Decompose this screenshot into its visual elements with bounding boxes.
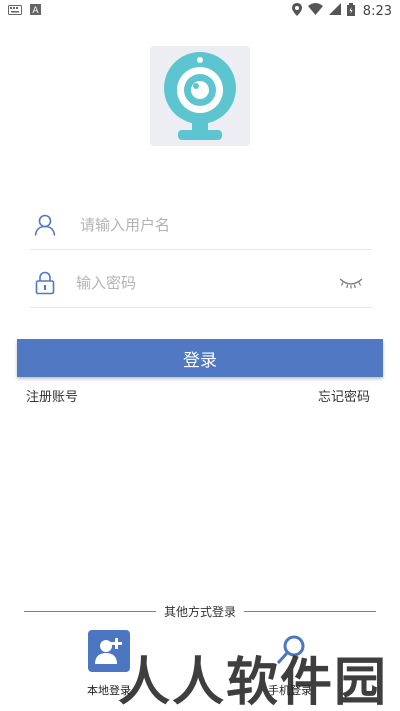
username-field [30,200,372,250]
other-methods-title: 其他方式登录 [164,604,237,619]
status-bar: A 8:23 [0,0,400,22]
login-button[interactable]: 登录 [17,339,383,377]
lock-icon [30,271,60,295]
status-time: 8:23 [362,3,392,19]
app-logo [150,46,250,146]
signal-icon [328,3,341,19]
a-app-icon: A [30,3,41,19]
eye-closed-icon[interactable] [336,277,366,289]
keyboard-icon [8,4,22,19]
webcam-icon [164,52,236,140]
svg-text:A: A [32,6,39,15]
username-input[interactable] [80,215,372,234]
password-input[interactable] [76,273,336,292]
forgot-password-link[interactable]: 忘记密码 [318,386,370,405]
watermark: 人人软件园 [118,653,389,711]
wifi-icon [307,3,323,19]
other-methods-divider: 其他方式登录 [24,602,377,620]
divider-line-left [24,610,156,612]
user-icon [30,214,60,236]
register-link[interactable]: 注册账号 [26,386,78,405]
password-field [30,258,372,308]
battery-icon [346,2,355,20]
divider-line-right [244,610,377,612]
location-icon [291,2,302,20]
